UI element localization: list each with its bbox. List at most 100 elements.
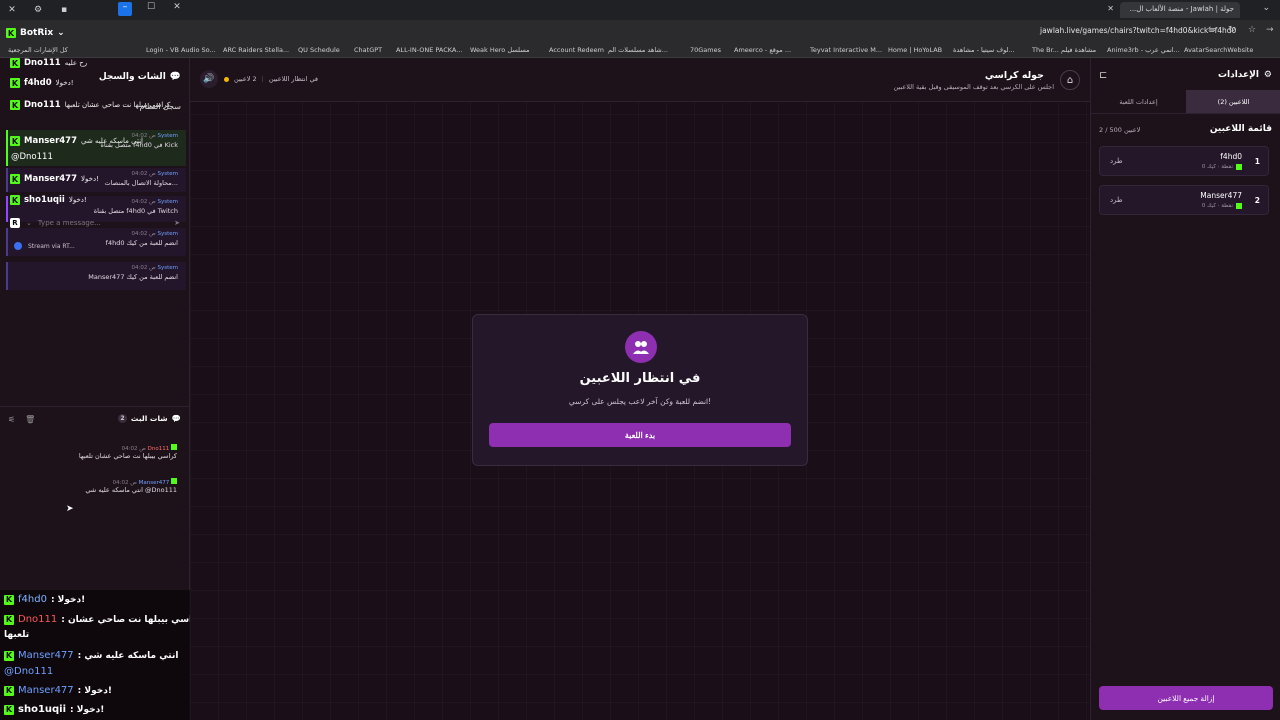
minimize-button[interactable]: – — [118, 2, 132, 16]
users-icon — [625, 331, 657, 363]
bookmark[interactable]: 70Games — [690, 46, 721, 54]
player-card: 1 f4hd0 0 نقطة · كيك طرد — [1099, 146, 1269, 176]
send-icon[interactable]: ➤ — [174, 219, 180, 227]
chevron-down-icon: ⌄ — [57, 28, 65, 38]
bookmark-star-icon[interactable]: ☆ — [1248, 25, 1256, 35]
stream-chat-title: شات البث — [130, 414, 168, 423]
bookmark[interactable]: ChatGPT — [354, 46, 382, 54]
start-game-button[interactable]: بدء اللعبة — [489, 423, 791, 447]
bookmark[interactable]: QU Schedule — [298, 46, 340, 54]
player-list-title: قائمة اللاعبين — [1209, 124, 1272, 134]
settings-icon[interactable]: ⚙ — [32, 5, 44, 15]
kick-icon — [171, 478, 177, 484]
status-text: في انتظار اللاعبين — [268, 75, 318, 83]
settings-tabs: إعدادات اللعبة اللاعبين (2) — [1091, 90, 1280, 114]
bookmark[interactable]: Home | HoYoLAB — [888, 46, 942, 54]
bookmark[interactable]: Login - VB Audio So... — [146, 46, 216, 54]
player-name: f4hd0 — [1220, 152, 1242, 161]
overlay-line: Kf4hd0: دخولا! — [4, 594, 86, 605]
waiting-title: في انتظار اللاعبين — [579, 371, 701, 386]
game-subtitle: اجلس على الكرسي بعد توقف الموسيقى وقبل ب… — [893, 83, 1054, 91]
overlay-line: K Dno111: كراسي بيبلها نت صاحي عشان — [4, 614, 204, 625]
kick-icon — [1236, 203, 1242, 209]
tab-game-settings[interactable]: إعدادات اللعبة — [1091, 90, 1186, 113]
tab-players[interactable]: اللاعبين (2) — [1186, 90, 1280, 113]
overlay-line: K Manser477: انتي ماسكه عليه شي — [4, 650, 179, 661]
player-rank: 1 — [1254, 157, 1260, 166]
maximize-button[interactable]: ☐ — [144, 2, 158, 16]
gear-icon: ⚙ — [1263, 70, 1272, 80]
kick-icon — [1236, 164, 1242, 170]
stream-icon — [14, 242, 22, 250]
overlay-chat-row: K f4hd0 دخولا! — [10, 78, 74, 88]
game-area: 🔊 في انتظار اللاعبين | 2 لاعبين جوله كرا… — [190, 58, 1090, 720]
bookmarks-bar: AvatarSearchWebsite Anime3rb - انمي عرب.… — [0, 42, 1280, 58]
kick-icon: K — [6, 28, 16, 38]
kick-player-button[interactable]: طرد — [1110, 196, 1123, 204]
bookmark[interactable]: Teyvat Interactive M... — [810, 46, 882, 54]
bookmark[interactable]: AvatarSearchWebsite — [1184, 46, 1253, 54]
panel-header: الشات والسجل 💬 — [99, 72, 181, 82]
kick-icon: K — [4, 704, 14, 715]
reload-icon[interactable]: ↻ — [1228, 25, 1236, 35]
tab-menu-icon[interactable]: ⌄ — [1262, 3, 1270, 13]
site-settings-icon[interactable]: ⇋ — [1208, 25, 1216, 35]
overlay-chat-row: @Dno111 — [11, 152, 53, 162]
player-name: Manser477 — [1200, 191, 1242, 200]
back-icon[interactable]: → — [1266, 25, 1274, 35]
overlay-chat-row: K sho1uqii دخولا! — [10, 195, 87, 205]
stream-label[interactable]: Stream via RT... — [28, 243, 75, 250]
stream-row: Stream via RT... — [14, 242, 75, 250]
kick-icon: K — [4, 614, 14, 625]
bookmark[interactable]: Account Redeem — [549, 46, 604, 54]
player-rank: 2 — [1254, 196, 1260, 205]
kick-icon: K — [4, 594, 14, 605]
tab-close-icon[interactable]: ✕ — [1107, 4, 1114, 13]
overlay-chat-row: K Manser477 انتي ماسكه عليه شي — [10, 136, 143, 146]
overlay-chat-row: K Manser477 دخولا! — [10, 174, 99, 184]
kick-icon — [171, 444, 177, 450]
kick-icon: K — [10, 174, 20, 184]
bookmark[interactable]: ARC Raiders Stella... — [223, 46, 289, 54]
log-entry: 04:02 ص System Manser477 انضم للعبة من ك… — [6, 262, 186, 290]
home-icon[interactable]: ⌂ — [1060, 70, 1080, 90]
kick-icon: K — [10, 136, 20, 146]
kick-icon: K — [10, 100, 20, 110]
kick-icon: K — [4, 685, 14, 696]
player-card: 2 Manser477 0 نقطة · كيك طرد — [1099, 185, 1269, 215]
browser-tab[interactable]: جولة | Jawlah - منصة الألعاب ال... — [1120, 2, 1240, 18]
game-header: 🔊 في انتظار اللاعبين | 2 لاعبين جوله كرا… — [190, 58, 1090, 102]
message-input[interactable]: Type a message... — [38, 219, 101, 227]
bot-tools: ⚟ 🗑 — [8, 415, 35, 424]
settings-panel: ⊏ الإعدادات ⚙ إعدادات اللعبة اللاعبين (2… — [1090, 58, 1280, 720]
botrix-label: BotRix — [20, 28, 54, 38]
bookmark[interactable]: شاهد مسلسلات الم... — [608, 46, 668, 54]
bookmark[interactable]: كل الإشارات المرجعية — [8, 46, 68, 54]
url-field[interactable]: jawlah.live/games/chairs?twitch=f4hd0&ki… — [1040, 26, 1236, 35]
chevron-down-icon[interactable]: ⌄ — [26, 219, 32, 227]
bookmark[interactable]: The Br... مشاهدة فيلم — [1032, 46, 1096, 54]
overlay-line: Ksho1uqii: دخولا! — [4, 704, 105, 715]
bookmark[interactable]: Anime3rb - انمي عرب... — [1107, 46, 1180, 54]
chat-count-badge: 2 — [117, 414, 127, 423]
filter-icon[interactable]: ⚟ — [8, 415, 15, 424]
overlay-line: @Dno111 — [4, 666, 54, 677]
stream-chat-header: 2 شات البث 💬 — [117, 414, 181, 423]
bookmark[interactable]: Weak Hero مسلسل — [470, 46, 529, 54]
overlay-line: تلعبها — [4, 630, 30, 640]
settings-title: الإعدادات — [1217, 70, 1259, 80]
mouse-cursor-icon: ➤ — [66, 504, 74, 514]
kick-player-button[interactable]: طرد — [1110, 157, 1123, 165]
player-meta: 0 نقطة · كيك — [1202, 203, 1242, 209]
bookmark[interactable]: Ameerco - موقع ... — [734, 46, 791, 54]
remove-all-players-button[interactable]: إزالة جميع اللاعبين — [1099, 686, 1273, 710]
window-close-button[interactable]: ✕ — [170, 2, 184, 16]
chat-icon: 💬 — [169, 72, 181, 82]
close-icon[interactable]: ✕ — [6, 5, 18, 15]
collapse-panel-icon[interactable]: ⊏ — [1099, 70, 1107, 81]
trash-icon[interactable]: 🗑 — [25, 415, 35, 424]
bookmark[interactable]: ALL-IN-ONE PACKA... — [396, 46, 462, 54]
status-dot — [224, 76, 229, 82]
sound-icon[interactable]: 🔊 — [200, 70, 218, 88]
bookmark[interactable]: لوف سيتيا - مشاهدة... — [953, 46, 1015, 54]
